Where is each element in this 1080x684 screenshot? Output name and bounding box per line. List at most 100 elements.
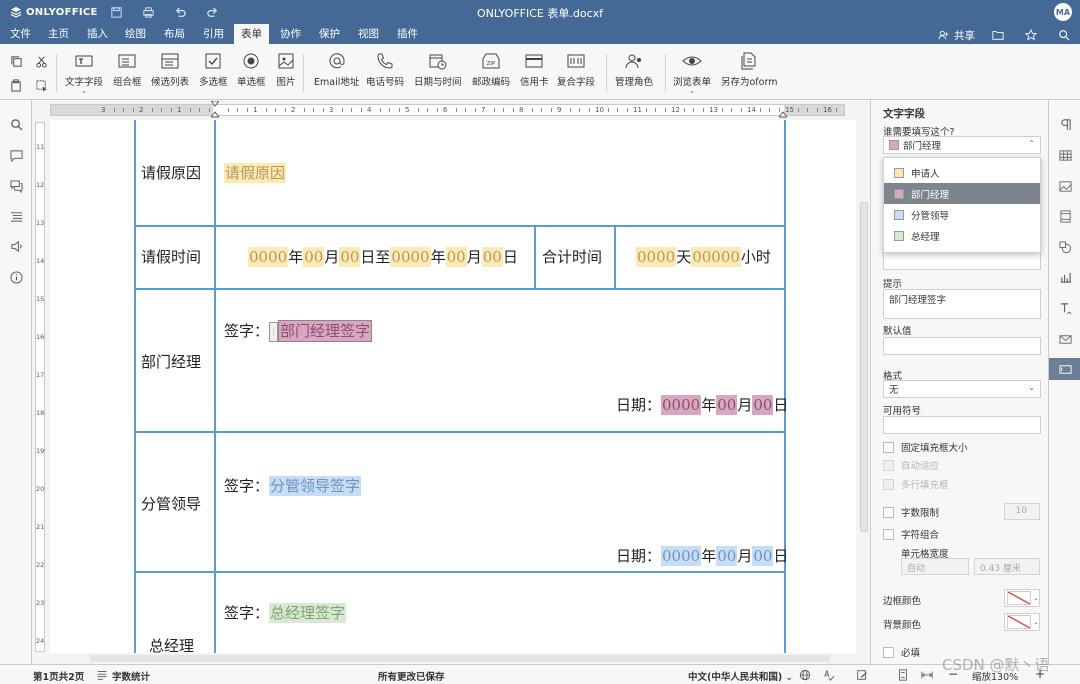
leave-reason-field[interactable]: 请假原因 <box>224 163 287 183</box>
role-option-applicant[interactable]: 申请人 <box>884 162 1040 183</box>
comb-checkbox[interactable]: 字符组合 <box>883 527 939 541</box>
image-button[interactable]: 图片 <box>275 50 297 94</box>
comments-icon[interactable] <box>7 146 25 164</box>
cell-width-mode-select[interactable]: 自动 <box>901 558 969 575</box>
cell-width-spinner[interactable]: 0.43 厘米 <box>974 558 1040 575</box>
allowed-symbols-input[interactable] <box>883 416 1041 434</box>
share-button[interactable]: 共享 <box>938 27 975 43</box>
image-settings-icon[interactable] <box>1049 175 1080 197</box>
save-as-oform-button[interactable]: 另存为oform <box>721 50 777 94</box>
division-leader-day-field[interactable]: 00 <box>752 546 774 566</box>
autofit-checkbox[interactable]: 自动适应 <box>883 458 939 472</box>
table-settings-icon[interactable] <box>1049 144 1080 166</box>
border-color-picker[interactable]: ⌄ <box>1004 589 1040 607</box>
paragraph-settings-icon[interactable] <box>1049 113 1080 135</box>
menu-home[interactable]: 主页 <box>41 24 76 44</box>
hint-input[interactable]: 部门经理签字 <box>883 289 1041 319</box>
menu-file[interactable]: 文件 <box>3 24 38 44</box>
start-month-field[interactable]: 00 <box>303 247 325 267</box>
vertical-ruler[interactable]: 11 12 13 14 15 16 17 18 19 20 21 22 23 24 <box>35 122 45 652</box>
info-icon[interactable] <box>7 268 25 286</box>
word-count-button[interactable]: 字数统计 <box>112 669 150 683</box>
navigation-icon[interactable] <box>7 207 25 225</box>
shape-settings-icon[interactable] <box>1049 236 1080 258</box>
start-day-field[interactable]: 00 <box>339 247 361 267</box>
role-option-dept-manager[interactable]: 部门经理 <box>884 183 1040 204</box>
chat-icon[interactable] <box>7 177 25 195</box>
checkbox-box[interactable] <box>883 646 894 658</box>
vertical-scrollbar[interactable] <box>858 120 870 653</box>
datetime-button[interactable]: 日期与时间 <box>414 50 462 94</box>
dept-manager-month-field[interactable]: 00 <box>716 395 738 415</box>
view-form-button[interactable]: 浏览表单 ⌄ <box>673 50 711 95</box>
open-location-icon[interactable] <box>992 27 1004 43</box>
radio-button-button[interactable]: 单选框 <box>237 50 266 94</box>
end-day-field[interactable]: 00 <box>481 247 503 267</box>
field-drag-handle[interactable]: ⋮ <box>269 322 279 342</box>
menu-plugins[interactable]: 插件 <box>390 24 425 44</box>
format-select[interactable]: 无 ⌄ <box>883 380 1041 398</box>
text-field-button[interactable]: 文字字段 ⌄ <box>65 50 103 95</box>
total-days-field[interactable]: 0000 <box>636 247 677 267</box>
text-art-icon[interactable] <box>1049 297 1080 319</box>
char-limit-checkbox[interactable]: 字数限制 <box>883 505 939 519</box>
paste-icon[interactable] <box>7 76 25 94</box>
select-all-icon[interactable] <box>32 76 50 94</box>
globe-icon[interactable] <box>798 668 812 682</box>
track-changes-icon[interactable] <box>855 668 869 682</box>
page-info[interactable]: 第1页共2页 <box>33 669 84 683</box>
dropdown-list-button[interactable]: 候选列表 <box>151 50 189 94</box>
vertical-scroll-thumb[interactable] <box>860 202 868 532</box>
left-indent-marker[interactable] <box>211 110 219 118</box>
required-checkbox[interactable]: 必填 <box>883 645 920 659</box>
fit-width-icon[interactable] <box>920 668 934 682</box>
user-avatar[interactable]: MA <box>1054 3 1072 21</box>
checkbox-button[interactable]: 多选框 <box>199 50 228 94</box>
dept-manager-signature-field[interactable]: 部门经理签字 <box>278 320 373 342</box>
right-indent-marker[interactable] <box>779 110 787 118</box>
checkbox-box[interactable] <box>883 459 894 471</box>
language-select[interactable]: 中文(中华人民共和国) ⌄ <box>688 669 793 683</box>
combo-box-button[interactable]: 组合框 <box>113 50 142 94</box>
speaker-icon[interactable] <box>7 237 25 255</box>
division-leader-signature-field[interactable]: 分管领导签字 <box>269 476 362 496</box>
menu-collaboration[interactable]: 协作 <box>273 24 308 44</box>
division-leader-month-field[interactable]: 00 <box>716 546 738 566</box>
cut-icon[interactable] <box>32 52 50 70</box>
checkbox-box[interactable] <box>883 506 894 518</box>
multiline-checkbox[interactable]: 多行填充框 <box>883 477 949 491</box>
header-footer-icon[interactable] <box>1049 205 1080 227</box>
form-settings-icon[interactable] <box>1049 358 1080 380</box>
horizontal-scrollbar[interactable] <box>46 653 858 664</box>
menu-protection[interactable]: 保护 <box>312 24 347 44</box>
default-value-input[interactable] <box>883 337 1041 355</box>
manage-roles-button[interactable]: 管理角色 <box>615 50 653 94</box>
role-option-general-manager[interactable]: 总经理 <box>884 225 1040 246</box>
start-year-field[interactable]: 0000 <box>248 247 289 267</box>
complex-field-button[interactable]: 复合字段 <box>557 50 595 94</box>
credit-card-button[interactable]: 信用卡 <box>520 50 549 94</box>
search-icon[interactable] <box>1058 27 1070 43</box>
menu-insert[interactable]: 插入 <box>80 24 115 44</box>
email-button[interactable]: Email地址 <box>314 50 359 94</box>
checkbox-box[interactable] <box>883 441 894 453</box>
key-input[interactable] <box>883 252 1041 270</box>
char-limit-spinner[interactable]: 10 <box>1004 503 1040 520</box>
role-select[interactable]: 部门经理 ⌃ <box>883 136 1041 154</box>
search-icon[interactable] <box>7 115 25 133</box>
general-manager-signature-field[interactable]: 总经理签字 <box>269 603 347 623</box>
checkbox-box[interactable] <box>883 528 894 540</box>
horizontal-ruler[interactable]: 3 2 1 1 2 3 4 5 6 7 8 9 10 11 12 13 14 15 16 <box>50 104 845 116</box>
horizontal-scroll-thumb[interactable] <box>90 655 830 662</box>
end-month-field[interactable]: 00 <box>445 247 467 267</box>
menu-layout[interactable]: 布局 <box>157 24 192 44</box>
zip-code-button[interactable]: ZIP 邮政编码 <box>472 50 510 94</box>
mail-merge-icon[interactable] <box>1049 328 1080 350</box>
chart-settings-icon[interactable] <box>1049 266 1080 288</box>
total-hours-field[interactable]: 00000 <box>691 247 741 267</box>
phone-button[interactable]: 电话号码 <box>366 50 404 94</box>
menu-forms[interactable]: 表单 <box>234 24 269 44</box>
menu-references[interactable]: 引用 <box>196 24 231 44</box>
fit-page-icon[interactable] <box>896 668 910 682</box>
menu-view[interactable]: 视图 <box>351 24 386 44</box>
